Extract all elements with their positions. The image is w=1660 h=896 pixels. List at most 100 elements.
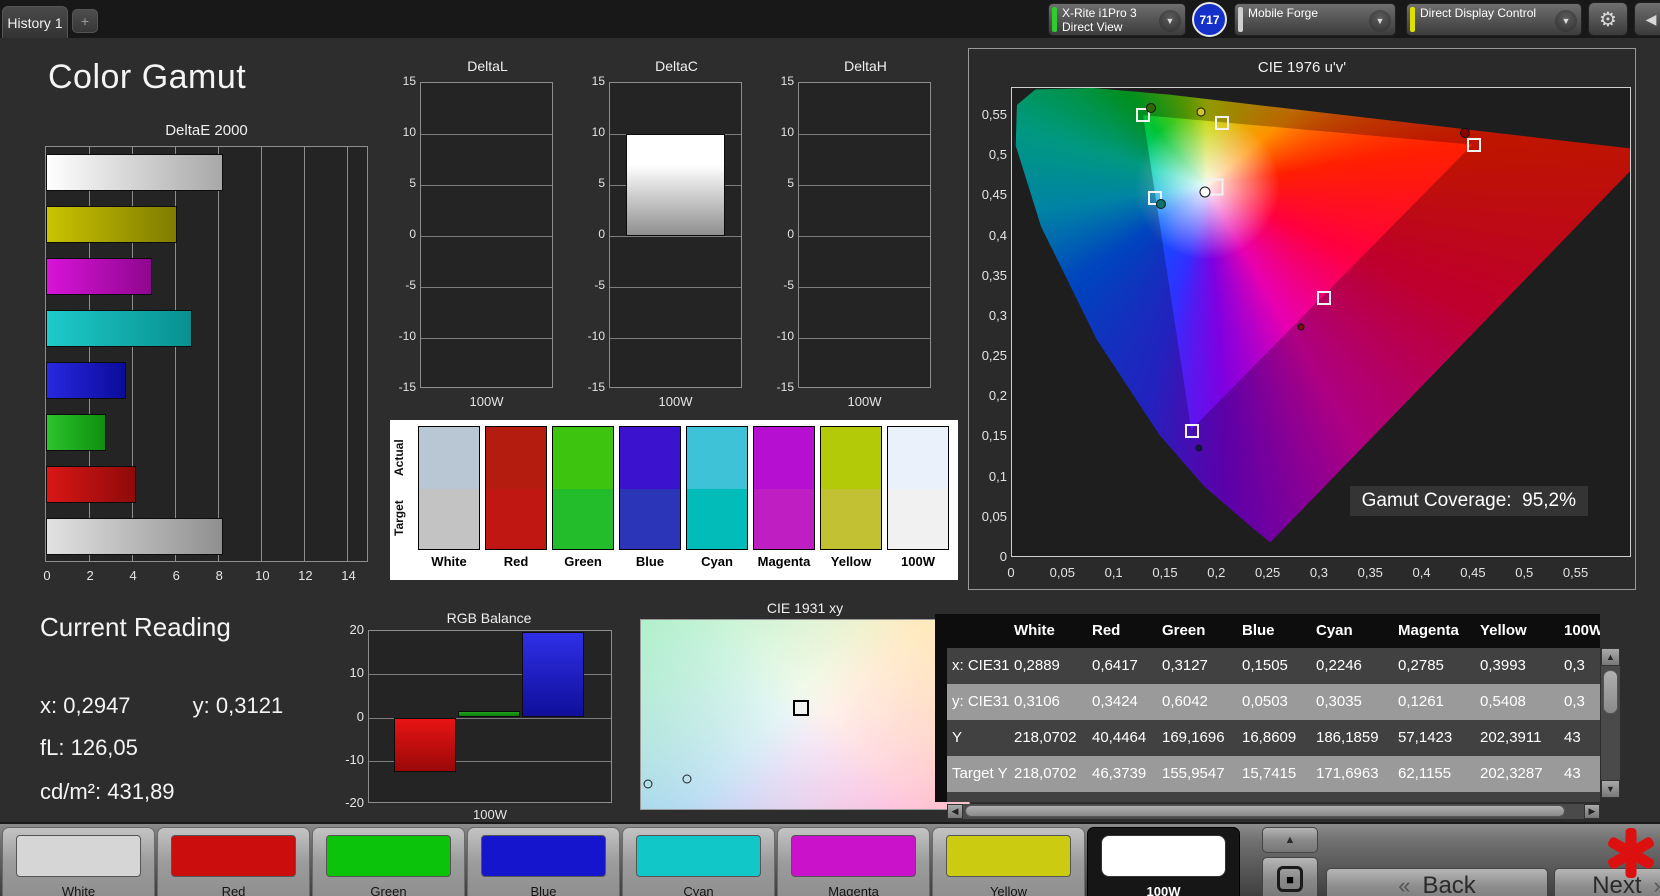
gridline — [421, 134, 552, 135]
gridline — [799, 134, 930, 135]
workflow-name: Direct Display Control — [1420, 6, 1537, 20]
hscroll-thumb[interactable] — [965, 805, 1565, 817]
column-header: 100W — [1564, 622, 1600, 639]
column-header: White — [1014, 622, 1055, 639]
table-row[interactable]: x: CIE31 0,2889 0,6417 0,3127 0,1505 0,2246 0,… — [947, 648, 1600, 684]
scroll-up-button[interactable]: ▲ — [1601, 648, 1620, 666]
cie1976-y-tick: 0,3 — [988, 307, 1007, 323]
table-horizontal-scrollbar[interactable]: ◀ ▶ — [947, 804, 1600, 819]
target-swatch — [486, 489, 546, 549]
measured-marker-magenta — [1297, 323, 1305, 331]
pattern-window-button[interactable]: ■ — [1262, 857, 1318, 896]
pattern-patch-green[interactable]: Green — [312, 827, 465, 896]
actual-swatch — [821, 427, 881, 489]
cie1931-measured-marker — [682, 774, 692, 784]
y-tick-label: 15 — [780, 74, 794, 88]
pattern-patch-blue[interactable]: Blue — [467, 827, 620, 896]
patch-swatch — [791, 835, 916, 877]
table-row[interactable]: y: CIE31 0,3106 0,3424 0,6042 0,0503 0,3035 0,… — [947, 684, 1600, 720]
meter-count-badge[interactable]: 717 — [1192, 2, 1227, 37]
y-tick-label: -10 — [345, 751, 364, 767]
cie1976-title: CIE 1976 u'v' — [1257, 59, 1347, 76]
history-tab[interactable]: History 1 — [2, 6, 68, 38]
scroll-left-button[interactable]: ◀ — [947, 804, 963, 819]
y-tick-label: 0 — [598, 227, 605, 241]
swatch-pair — [619, 426, 681, 550]
table-row[interactable]: ΔE 20000,3969 4,1923 3,7533 3,6564 6,8313 4,8… — [947, 792, 1600, 802]
patch-swatch — [636, 835, 761, 877]
meter-dropdown[interactable]: X-Rite i1Pro 3 Direct View ▼ — [1048, 3, 1186, 36]
reading-cdm2: cd/m²: 431,89 — [40, 779, 175, 804]
table-gutter — [935, 614, 947, 802]
patch-label: Cyan — [683, 884, 714, 896]
cie1976-y-tick: 0,5 — [988, 147, 1007, 163]
swatch-label: Blue — [635, 554, 665, 569]
pattern-patch-100w[interactable]: 100W — [1087, 827, 1240, 896]
patch-label: Yellow — [989, 884, 1028, 896]
actual-target-swatch-strip: Actual Target White Red Green Blue Cyan Magen… — [390, 420, 958, 580]
y-tick-label: 10 — [591, 125, 605, 139]
table-row[interactable]: Y 218,0702 40,4464 169,1696 16,8609 186,1859 5… — [947, 720, 1600, 756]
row-label: ΔE 2000 — [947, 792, 1010, 802]
target-swatch — [888, 489, 948, 549]
add-tab-button[interactable]: + — [72, 9, 98, 33]
scroll-down-button[interactable]: ▼ — [1601, 780, 1620, 798]
vscroll-thumb[interactable] — [1603, 670, 1618, 714]
deltae-bar-white — [46, 154, 223, 191]
cie1931-target-marker — [793, 699, 810, 716]
cie1976-x-tick: 0,45 — [1460, 565, 1486, 580]
gridline — [304, 147, 306, 561]
column-header — [947, 614, 952, 648]
patch-swatch — [946, 835, 1071, 877]
settings-button[interactable]: ⚙ — [1588, 2, 1628, 36]
y-tick-label: 15 — [591, 74, 605, 88]
rgb-balance-plot — [368, 630, 612, 803]
x-tick-label: 12 — [298, 568, 313, 583]
y-tick-label: -5 — [405, 278, 416, 292]
y-tick-label: 5 — [409, 176, 416, 190]
patch-label: Red — [221, 884, 246, 896]
deltae-bar-blue — [46, 362, 126, 399]
alert-asterisk-icon[interactable] — [1604, 826, 1658, 880]
swatch-pair — [686, 426, 748, 550]
pattern-up-button[interactable]: ▲ — [1262, 827, 1318, 853]
scroll-right-button[interactable]: ▶ — [1584, 804, 1600, 819]
column-header: Green — [1162, 622, 1206, 639]
x-tick-label: 8 — [215, 568, 223, 583]
cie1976-y-tick: 0 — [999, 549, 1007, 564]
gridline — [421, 185, 552, 186]
deltaH-chart-title: DeltaH — [844, 58, 887, 74]
table-header-row: White Red Green Blue Cyan Magenta Yellow 100W — [947, 614, 1600, 648]
table-row[interactable]: Target Y 218,0702 46,3739 155,9547 15,7415 17… — [947, 756, 1600, 792]
pattern-patch-magenta[interactable]: Magenta — [777, 827, 930, 896]
cie1976-y-tick: 0,2 — [988, 388, 1007, 404]
pattern-bar: White Red Green Blue Cyan Magenta Yellow 100W ▲… — [0, 822, 1660, 896]
table-vertical-scrollbar[interactable]: ▲ ▼ — [1601, 648, 1620, 798]
rgb-bar-blue — [522, 631, 584, 718]
pattern-patch-red[interactable]: Red — [157, 827, 310, 896]
pattern-patch-yellow[interactable]: Yellow — [932, 827, 1085, 896]
gridline — [799, 185, 930, 186]
actual-row-label: Actual — [392, 439, 406, 477]
patch-swatch — [481, 835, 606, 877]
cell-value: 155,9547 — [1162, 765, 1225, 782]
cie1976-x-tick: 0,5 — [1515, 565, 1534, 580]
cell-value: 43 — [1564, 729, 1581, 746]
target-marker-yellow — [1215, 116, 1230, 131]
cell-value: 4,8187 — [1393, 792, 1444, 802]
meter-name: X-Rite i1Pro 3 — [1062, 6, 1137, 20]
pattern-patch-white[interactable]: White — [2, 827, 155, 896]
source-dropdown[interactable]: Mobile Forge ▼ — [1234, 3, 1396, 36]
swatch-pair — [418, 426, 480, 550]
workflow-dropdown[interactable]: Direct Display Control ▼ — [1406, 3, 1582, 36]
target-swatch — [687, 489, 747, 549]
chevron-down-icon: ▼ — [1369, 10, 1391, 32]
cie1976-y-tick: 0,1 — [988, 468, 1007, 484]
y-tick-label: -5 — [783, 278, 794, 292]
back-button[interactable]: « Back — [1326, 868, 1548, 896]
collapse-panel-button[interactable]: ◀ — [1634, 2, 1660, 36]
pattern-patch-cyan[interactable]: Cyan — [622, 827, 775, 896]
chevron-down-icon: ▼ — [1555, 10, 1577, 32]
cell-value: 0,2785 — [1398, 657, 1444, 674]
gridline — [610, 236, 741, 237]
